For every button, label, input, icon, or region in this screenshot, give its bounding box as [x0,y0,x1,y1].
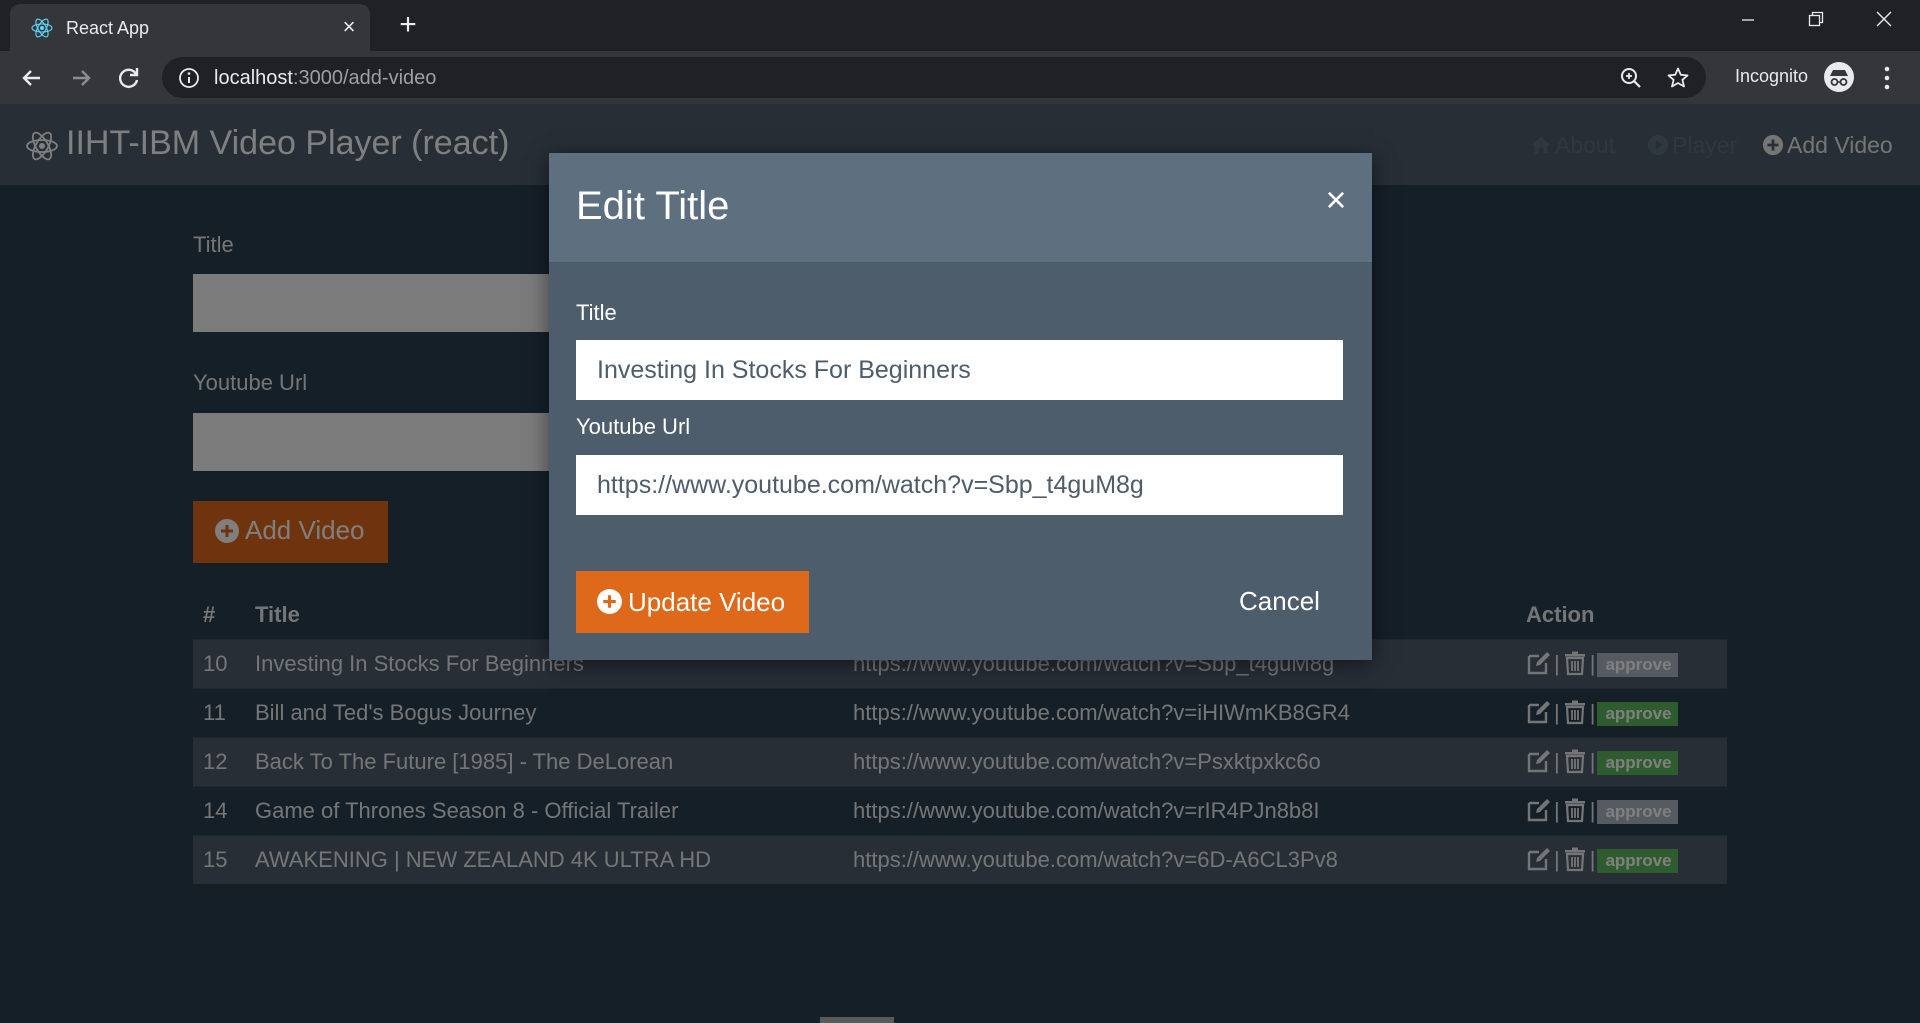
restore-icon[interactable] [1782,0,1850,42]
browser-tab[interactable]: React App × [10,4,370,51]
incognito-icon[interactable] [1823,61,1855,93]
minimize-icon[interactable] [1714,0,1782,42]
edit-title-modal: Edit Title × Title Youtube Url Update Vi… [549,153,1372,660]
modal-url-label: Youtube Url [576,414,691,439]
incognito-label: Incognito [1735,66,1809,86]
address-bar[interactable]: localhost:3000/add-video [162,57,1706,98]
url-path: :3000/add-video [292,67,437,89]
close-icon[interactable]: × [1319,182,1353,218]
url-text[interactable]: localhost:3000/add-video [214,67,436,90]
zoom-icon[interactable] [1619,66,1643,90]
back-arrow-icon[interactable] [14,60,50,96]
modal-url-input[interactable] [576,455,1343,515]
plus-circle-icon [597,589,622,614]
browser-tabstrip: React App × + [0,0,1920,51]
browser-toolbar: localhost:3000/add-video Incognito [0,51,1920,104]
new-tab-icon[interactable]: + [392,9,424,41]
modal-title-label: Title [576,300,617,325]
close-window-icon[interactable] [1850,0,1918,42]
update-video-label: Update Video [628,587,786,617]
modal-header: Edit Title × [549,153,1372,263]
url-host: localhost [214,67,293,89]
update-video-button[interactable]: Update Video [576,571,809,633]
tab-close-icon[interactable]: × [336,14,362,40]
tab-title: React App [66,18,150,38]
cancel-button[interactable]: Cancel [1239,586,1320,617]
site-info-icon[interactable] [178,67,200,89]
scroll-indicator[interactable] [820,1017,894,1023]
bookmark-star-icon[interactable] [1666,66,1690,90]
reload-icon[interactable] [111,60,147,96]
browser-menu-icon[interactable] [1876,63,1898,93]
modal-title: Edit Title [576,184,730,228]
forward-arrow-icon[interactable] [63,60,99,96]
modal-title-input[interactable] [576,340,1343,400]
react-logo-icon [31,18,53,38]
web-page: IIHT-IBM Video Player (react) About Play… [0,104,1920,1023]
